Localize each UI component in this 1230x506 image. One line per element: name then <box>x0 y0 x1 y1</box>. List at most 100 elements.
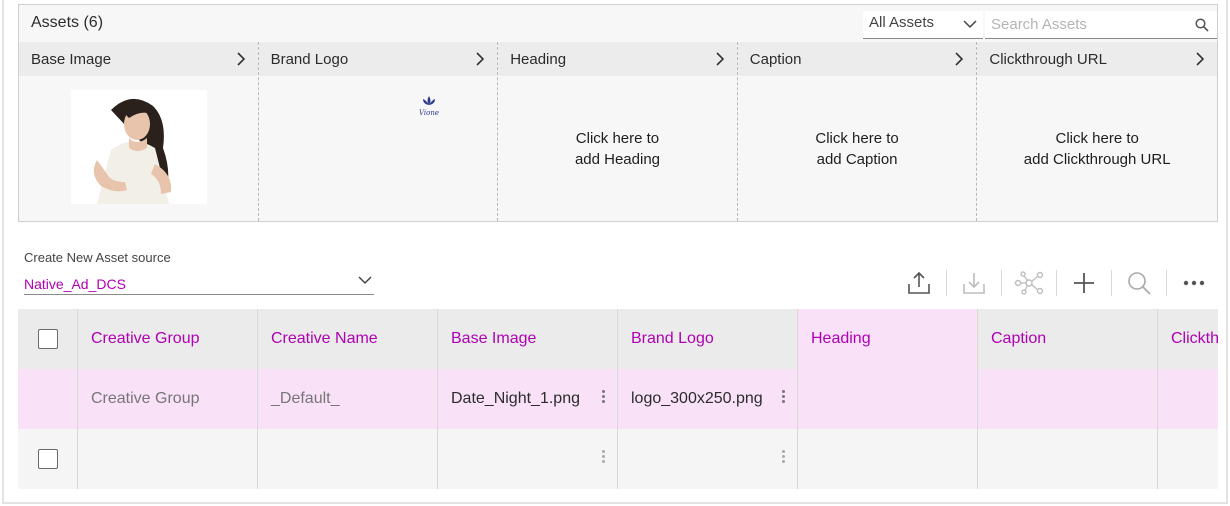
column-header[interactable]: Brand Logo <box>618 309 798 369</box>
chevron-right-icon <box>1196 52 1205 66</box>
row-select-cell <box>18 369 78 429</box>
search-button[interactable] <box>1119 268 1159 298</box>
asset-filter-value: All Assets <box>869 14 935 31</box>
table-cell[interactable]: logo_300x250.png <box>618 369 798 429</box>
toolbar-divider <box>1001 270 1002 296</box>
download-button[interactable] <box>954 268 994 298</box>
cell-menu-icon[interactable] <box>601 390 605 403</box>
app-frame: Assets (6) All Assets Base Image <box>2 0 1228 504</box>
plus-icon <box>1074 273 1094 293</box>
brand-logo-image: Vione <box>414 94 444 124</box>
prompt-line: add Clickthrough URL <box>1023 150 1171 168</box>
search-icon <box>1128 272 1151 295</box>
asset-card-label: Brand Logo <box>270 50 349 68</box>
network-icon <box>1014 271 1044 295</box>
table-cell[interactable] <box>798 429 978 489</box>
row-checkbox[interactable] <box>37 449 58 469</box>
asset-card-body[interactable]: Vione <box>259 76 498 221</box>
asset-cards: Base Image Brand Logo Vione Heading Clic… <box>19 42 1217 221</box>
column-header[interactable]: Base Image <box>438 309 618 369</box>
prompt-line: add Caption <box>816 150 898 168</box>
table-cell[interactable] <box>798 369 978 429</box>
asset-card-clickthrough-url: Clickthrough URL Click here to add Clickt… <box>977 42 1217 221</box>
table-cell[interactable] <box>438 429 618 489</box>
asset-grid: Creative Group Creative Name Base Image … <box>18 309 1218 489</box>
chevron-right-icon <box>237 52 245 66</box>
asset-card-header[interactable]: Base Image <box>19 42 258 76</box>
select-all-cell <box>18 309 78 369</box>
cell-menu-icon[interactable] <box>781 390 785 403</box>
toolbar-divider <box>946 270 947 296</box>
asset-card-heading: Heading Click here to add Heading <box>498 42 738 221</box>
asset-card-label: Heading <box>510 50 567 68</box>
asset-card-header[interactable]: Brand Logo <box>258 42 498 76</box>
asset-card-body[interactable] <box>19 76 258 221</box>
download-icon <box>963 273 985 294</box>
asset-card-caption: Caption Click here to add Caption <box>737 42 978 221</box>
asset-source-select[interactable]: Native_Ad_DCS <box>24 271 374 295</box>
assets-panel: Assets (6) All Assets Base Image <box>18 4 1218 222</box>
prompt-line: add Heading <box>574 150 661 168</box>
add-button[interactable] <box>1064 268 1104 298</box>
chevron-right-icon <box>955 52 964 66</box>
add-caption-prompt[interactable]: Click here to add Caption <box>738 76 977 221</box>
row-select-cell <box>18 429 78 489</box>
asset-card-label: Clickthrough URL <box>989 50 1107 68</box>
network-button[interactable] <box>1009 268 1049 298</box>
asset-card-label: Base Image <box>31 50 112 68</box>
table-cell[interactable]: Date_Night_1.png <box>438 369 618 429</box>
upload-icon <box>908 271 930 294</box>
upload-button[interactable] <box>899 268 939 298</box>
search-icon[interactable] <box>1195 18 1209 32</box>
toolbar-divider <box>1111 270 1112 296</box>
chevron-down-icon <box>963 20 977 29</box>
asset-search-input[interactable] <box>985 11 1175 37</box>
column-header[interactable]: Heading <box>798 309 978 369</box>
toolbar-divider <box>1166 270 1167 296</box>
table-cell[interactable] <box>1158 369 1218 429</box>
asset-source-label: Create New Asset source <box>24 250 171 265</box>
prompt-line: Click here to <box>1055 129 1139 147</box>
add-heading-prompt[interactable]: Click here to add Heading <box>498 76 737 221</box>
asset-card-header[interactable]: Caption <box>737 42 977 76</box>
table-cell[interactable] <box>618 429 798 489</box>
table-cell[interactable] <box>258 429 438 489</box>
cell-menu-icon[interactable] <box>781 450 785 463</box>
chevron-right-icon <box>716 52 724 66</box>
table-row[interactable] <box>18 429 1218 489</box>
table-cell[interactable] <box>1158 429 1218 489</box>
brand-logo-text: Vione <box>419 109 439 117</box>
column-header[interactable]: Clickth <box>1158 309 1218 369</box>
more-button[interactable] <box>1174 268 1214 298</box>
prompt-line: Click here to <box>575 129 660 147</box>
column-header[interactable]: Caption <box>978 309 1158 369</box>
more-icon <box>1183 280 1205 286</box>
column-header[interactable]: Creative Group <box>78 309 258 369</box>
asset-filter-select[interactable]: All Assets <box>863 11 983 39</box>
add-clickthrough-url-prompt[interactable]: Click here to add Clickthrough URL <box>977 76 1217 221</box>
table-row[interactable]: Creative Group _Default_ Date_Night_1.pn… <box>18 369 1218 429</box>
asset-card-header[interactable]: Clickthrough URL <box>977 42 1217 76</box>
asset-card-header[interactable]: Heading <box>498 42 737 76</box>
table-cell[interactable] <box>78 429 258 489</box>
asset-card-base-image: Base Image <box>19 42 259 221</box>
table-cell[interactable]: _Default_ <box>258 369 438 429</box>
grid-toolbar <box>899 268 1214 298</box>
table-cell[interactable] <box>978 429 1158 489</box>
cell-value: Date_Night_1.png <box>451 390 580 407</box>
asset-card-brand-logo: Brand Logo Vione <box>258 42 499 221</box>
column-header[interactable]: Creative Name <box>258 309 438 369</box>
prompt-line: Click here to <box>815 129 899 147</box>
asset-card-label: Caption <box>749 50 802 68</box>
grid-header-row: Creative Group Creative Name Base Image … <box>18 309 1218 369</box>
table-cell[interactable] <box>978 369 1158 429</box>
asset-source-value: Native_Ad_DCS <box>24 276 126 292</box>
select-all-checkbox[interactable] <box>37 329 58 349</box>
cell-menu-icon[interactable] <box>601 450 605 463</box>
toolbar-divider <box>1056 270 1057 296</box>
chevron-right-icon <box>476 52 485 66</box>
asset-search <box>985 11 1217 39</box>
chevron-down-icon <box>358 276 372 285</box>
table-cell[interactable]: Creative Group <box>78 369 258 429</box>
assets-title: Assets (6) <box>31 14 104 31</box>
